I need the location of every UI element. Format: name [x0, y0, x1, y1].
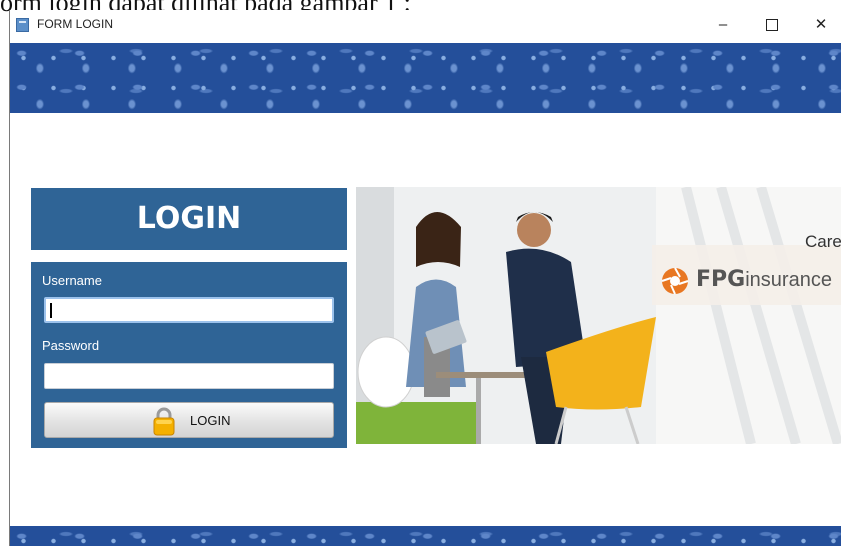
- app-icon: [16, 18, 29, 32]
- maximize-button[interactable]: [749, 10, 795, 40]
- username-label: Username: [42, 273, 102, 288]
- minimize-button[interactable]: –: [700, 10, 746, 40]
- login-header-panel: LOGIN: [31, 188, 347, 250]
- close-button[interactable]: ✕: [798, 10, 841, 40]
- login-heading: LOGIN: [136, 201, 242, 236]
- brand-text: FPGinsurance: [696, 267, 832, 292]
- password-field[interactable]: [44, 363, 334, 389]
- fpg-logo-icon: [661, 267, 689, 295]
- tagline-text: Care: [805, 232, 841, 251]
- maximize-icon: [766, 19, 778, 31]
- username-field[interactable]: [44, 297, 334, 323]
- password-label: Password: [42, 338, 100, 353]
- brand-bold: FPG: [696, 267, 746, 292]
- meeting-illustration: [356, 187, 841, 444]
- login-button[interactable]: LOGIN: [44, 402, 334, 438]
- login-form-panel: Username Password LOGIN: [31, 262, 347, 448]
- window-title: FORM LOGIN: [37, 17, 114, 31]
- banner-photo: Care FPGinsurance: [356, 187, 841, 444]
- top-pattern-banner: [10, 43, 841, 113]
- title-bar: FORM LOGIN – ✕: [10, 10, 841, 44]
- brand-rest: insurance: [745, 269, 832, 291]
- login-window: FORM LOGIN – ✕ LOGIN Username Password L…: [9, 10, 841, 546]
- text-cursor: [50, 303, 52, 318]
- bottom-pattern-banner: [10, 526, 841, 546]
- padlock-icon: [153, 407, 175, 436]
- login-button-label: LOGIN: [190, 413, 231, 428]
